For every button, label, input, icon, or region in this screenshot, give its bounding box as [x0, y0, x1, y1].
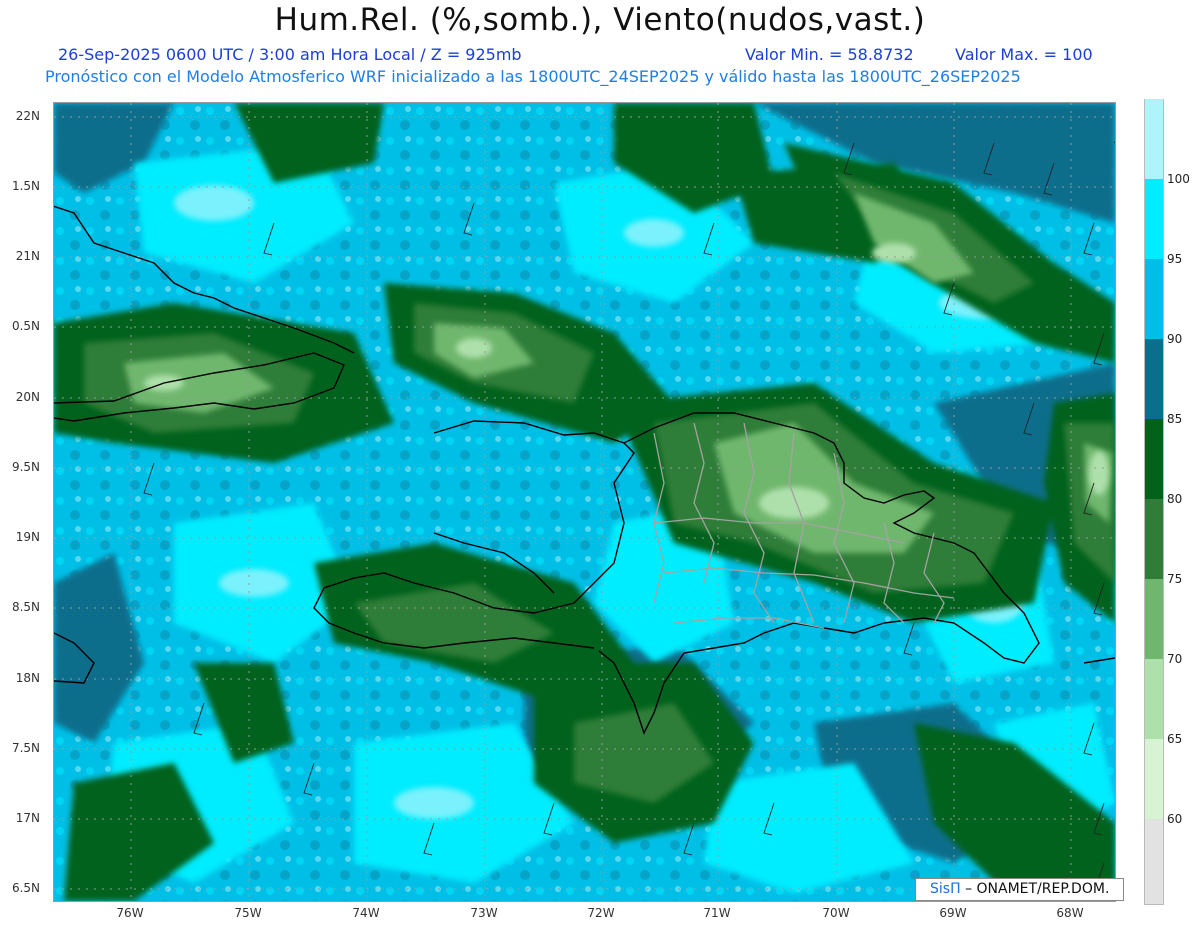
- lon-label: 69W: [939, 906, 967, 920]
- colorbar-label: 95: [1167, 252, 1183, 266]
- lat-label: 0.5N: [11, 319, 40, 333]
- lat-label: 17N: [15, 811, 40, 825]
- colorbar-label: 65: [1167, 732, 1183, 746]
- colorbar-swatch-100: [1144, 99, 1164, 179]
- lon-label: 72W: [587, 906, 615, 920]
- colorbar-swatch-85: [1144, 339, 1164, 419]
- lat-label: 21N: [15, 249, 40, 263]
- colorbar-swatch-75: [1144, 499, 1164, 579]
- sispi-logo: SisΠ: [930, 881, 961, 897]
- lon-label: 74W: [352, 906, 380, 920]
- lon-label: 75W: [234, 906, 262, 920]
- lon-label: 71W: [703, 906, 731, 920]
- colorbar-label: 85: [1167, 412, 1183, 426]
- lat-label: 19N: [15, 530, 40, 544]
- lat-label: 6.5N: [11, 881, 40, 895]
- colorbar-label: 60: [1167, 812, 1183, 826]
- colorbar-swatch-80: [1144, 419, 1164, 499]
- credit-text: – ONAMET/REP.DOM.: [965, 881, 1110, 897]
- colorbar-swatch-65: [1144, 659, 1164, 739]
- colorbar-swatch-60: [1144, 739, 1164, 819]
- lon-label: 70W: [822, 906, 850, 920]
- lat-label: 1.5N: [11, 179, 40, 193]
- lat-label: 22N: [15, 109, 40, 123]
- colorbar-swatch-95: [1144, 179, 1164, 259]
- lat-label: 20N: [15, 390, 40, 404]
- lon-label: 76W: [116, 906, 144, 920]
- colorbar-swatch-70: [1144, 579, 1164, 659]
- colorbar-swatch-below-60: [1144, 819, 1164, 905]
- lat-label: 9.5N: [11, 460, 40, 474]
- map-title: Hum.Rel. (%,somb.), Viento(nudos,vast.): [274, 2, 926, 38]
- humidity-map: [53, 102, 1116, 902]
- valid-time-line: 26-Sep-2025 0600 UTC / 3:00 am Hora Loca…: [58, 45, 522, 64]
- credit-box: SisΠ – ONAMET/REP.DOM.: [915, 878, 1124, 901]
- lon-label: 68W: [1056, 906, 1084, 920]
- colorbar-label: 90: [1167, 332, 1183, 346]
- lat-label: 18N: [15, 671, 40, 685]
- colorbar-label: 100: [1167, 172, 1190, 186]
- colorbar-label: 70: [1167, 652, 1183, 666]
- lat-label: 7.5N: [11, 741, 40, 755]
- model-info-line: Pronóstico con el Modelo Atmosferico WRF…: [45, 67, 1021, 86]
- lat-label: 8.5N: [11, 600, 40, 614]
- colorbar-swatch-90: [1144, 259, 1164, 339]
- humidity-field: [54, 103, 1115, 901]
- colorbar-label: 80: [1167, 492, 1183, 506]
- lon-label: 73W: [470, 906, 498, 920]
- min-value-label: Valor Min. = 58.8732: [745, 45, 914, 64]
- colorbar-label: 75: [1167, 572, 1183, 586]
- max-value-label: Valor Max. = 100: [955, 45, 1093, 64]
